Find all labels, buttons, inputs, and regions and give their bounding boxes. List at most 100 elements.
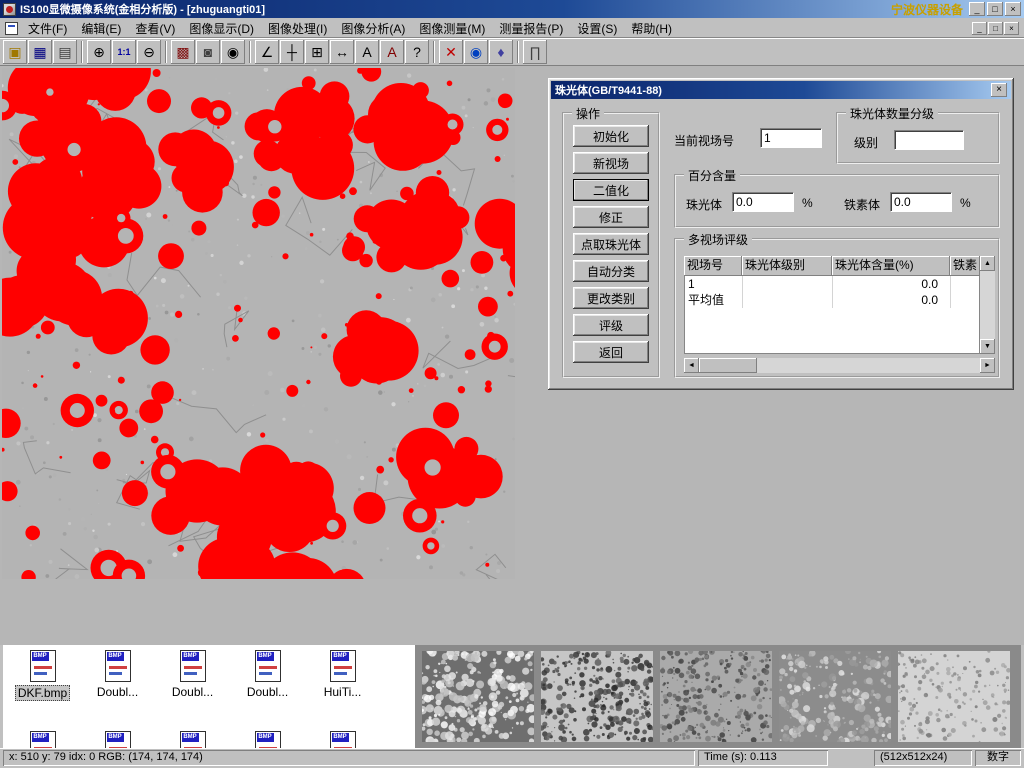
- maximize-button[interactable]: □: [987, 2, 1003, 16]
- file-item[interactable]: BMPDoubl...: [230, 648, 305, 701]
- help-icon[interactable]: ?: [405, 40, 429, 64]
- menu-item[interactable]: 图像处理(I): [261, 18, 334, 39]
- file-item[interactable]: BMP: [80, 729, 155, 748]
- target-circle-icon[interactable]: ◉: [221, 40, 245, 64]
- menu-item[interactable]: 图像分析(A): [334, 18, 412, 39]
- table-body[interactable]: 10.0平均值0.0: [684, 276, 980, 354]
- mdi-child-icon[interactable]: [5, 22, 18, 35]
- scroll-left-icon[interactable]: ◄: [684, 358, 699, 373]
- close-button[interactable]: ×: [1005, 2, 1021, 16]
- ferrite-percent-input[interactable]: [890, 192, 952, 212]
- text-annotate-icon[interactable]: A: [355, 40, 379, 64]
- camera-icon[interactable]: ◙: [196, 40, 220, 64]
- file-label: DKF.bmp: [15, 685, 70, 701]
- file-item[interactable]: BMP: [5, 729, 80, 748]
- table-cell: [951, 292, 980, 308]
- dialog-title-bar[interactable]: 珠光体(GB/T9441-88) ×: [551, 81, 1011, 99]
- file-browser[interactable]: BMPDKF.bmpBMPDoubl...BMPDoubl...BMPDoubl…: [3, 645, 415, 748]
- menu-item[interactable]: 测量报告(P): [492, 18, 570, 39]
- op-button[interactable]: 返回: [573, 341, 649, 363]
- scroll-down-icon[interactable]: ▼: [980, 339, 995, 354]
- thumbnail-2[interactable]: [541, 651, 653, 742]
- file-item[interactable]: BMPDoubl...: [155, 648, 230, 701]
- print-icon[interactable]: ▤: [53, 40, 77, 64]
- thumbnail-4[interactable]: [779, 651, 891, 742]
- menu-item[interactable]: 图像显示(D): [182, 18, 261, 39]
- zoom-in-icon[interactable]: ⊕: [87, 40, 111, 64]
- scrollbar-thumb[interactable]: [699, 358, 757, 373]
- op-button[interactable]: 初始化: [573, 125, 649, 147]
- thumbnail-5[interactable]: [898, 651, 1010, 742]
- thumbnail-3[interactable]: [660, 651, 772, 742]
- grade-input[interactable]: [894, 130, 964, 150]
- toolbar-separator: [81, 41, 83, 63]
- op-button[interactable]: 自动分类: [573, 260, 649, 282]
- op-button[interactable]: 更改类别: [573, 287, 649, 309]
- percent-group-label: 百分含量: [684, 167, 740, 184]
- file-item[interactable]: BMP: [305, 729, 380, 748]
- micrograph-image[interactable]: [2, 68, 515, 579]
- ferrite-label: 铁素体: [844, 196, 880, 213]
- measure-angle-icon[interactable]: ∠: [255, 40, 279, 64]
- multiview-group-label: 多视场评级: [684, 231, 752, 248]
- menu-item[interactable]: 编辑(E): [74, 18, 128, 39]
- table-column-header[interactable]: 铁素: [950, 256, 980, 276]
- op-button[interactable]: 点取珠光体: [573, 233, 649, 255]
- file-item[interactable]: BMPDoubl...: [80, 648, 155, 701]
- tools-icon[interactable]: ♦: [489, 40, 513, 64]
- thumbnail-1[interactable]: [422, 651, 534, 742]
- bmp-badge: BMP: [332, 652, 349, 661]
- preview-eye-icon[interactable]: ◉: [464, 40, 488, 64]
- menu-item[interactable]: 帮助(H): [624, 18, 679, 39]
- font-icon[interactable]: A: [380, 40, 404, 64]
- scroll-right-icon[interactable]: ►: [980, 358, 995, 373]
- title-bar[interactable]: IS100显微摄像系统(金相分析版) - [zhuguangti01] 宁波仪器…: [0, 0, 1024, 18]
- thumbnail-strip: [415, 645, 1021, 748]
- op-button[interactable]: 修正: [573, 206, 649, 228]
- menu-item[interactable]: 图像测量(M): [412, 18, 492, 39]
- menu-item[interactable]: 文件(F): [21, 18, 74, 39]
- op-button[interactable]: 新视场: [573, 152, 649, 174]
- table-row[interactable]: 10.0: [685, 276, 979, 292]
- table-column-header[interactable]: 珠光体级别: [742, 256, 832, 276]
- save-file-icon[interactable]: ▦: [28, 40, 52, 64]
- grid-icon[interactable]: ⊞: [305, 40, 329, 64]
- mdi-minimize-button[interactable]: _: [972, 22, 987, 35]
- minimize-button[interactable]: _: [969, 2, 985, 16]
- current-view-label: 当前视场号: [674, 132, 734, 149]
- toolbar-separator: [517, 41, 519, 63]
- scroll-up-icon[interactable]: ▲: [980, 256, 995, 271]
- bmp-file-icon: BMP: [255, 650, 281, 682]
- file-item[interactable]: BMP: [230, 729, 305, 748]
- delete-mark-icon[interactable]: ✕: [439, 40, 463, 64]
- table-row[interactable]: 平均值0.0: [685, 292, 979, 308]
- actual-size-icon[interactable]: 1:1: [112, 40, 136, 64]
- op-button[interactable]: 二值化: [573, 179, 649, 201]
- mdi-restore-button[interactable]: □: [988, 22, 1003, 35]
- table-cell: 0.0: [833, 292, 951, 308]
- table-vertical-scrollbar[interactable]: ▲ ▼: [980, 256, 995, 354]
- bmp-file-icon: BMP: [180, 731, 206, 748]
- file-item[interactable]: BMPHuiTi...: [305, 648, 380, 701]
- menu-item[interactable]: 设置(S): [570, 18, 624, 39]
- table-column-header[interactable]: 珠光体含量(%): [832, 256, 950, 276]
- file-item[interactable]: BMP: [155, 729, 230, 748]
- capture-image-icon[interactable]: ▩: [171, 40, 195, 64]
- measure-cross-icon[interactable]: ┼: [280, 40, 304, 64]
- pearlite-percent-input[interactable]: [732, 192, 794, 212]
- file-item[interactable]: BMP DKF.bmp: [5, 648, 80, 701]
- table-column-header[interactable]: 视场号: [684, 256, 742, 276]
- table-header-row: 视场号珠光体级别珠光体含量(%)铁素: [684, 256, 980, 276]
- micrometer-icon[interactable]: ∏: [523, 40, 547, 64]
- op-button[interactable]: 评级: [573, 314, 649, 336]
- open-file-icon[interactable]: ▣: [3, 40, 27, 64]
- dialog-close-icon[interactable]: ×: [991, 83, 1007, 97]
- table-horizontal-scrollbar[interactable]: ◄ ►: [684, 358, 995, 373]
- operations-group-label: 操作: [572, 105, 604, 122]
- mdi-close-button[interactable]: ×: [1004, 22, 1019, 35]
- move-icon[interactable]: ↔: [330, 40, 354, 64]
- zoom-out-icon[interactable]: ⊖: [137, 40, 161, 64]
- menu-item[interactable]: 查看(V): [128, 18, 182, 39]
- current-view-input[interactable]: [760, 128, 822, 148]
- bmp-badge: BMP: [32, 652, 49, 661]
